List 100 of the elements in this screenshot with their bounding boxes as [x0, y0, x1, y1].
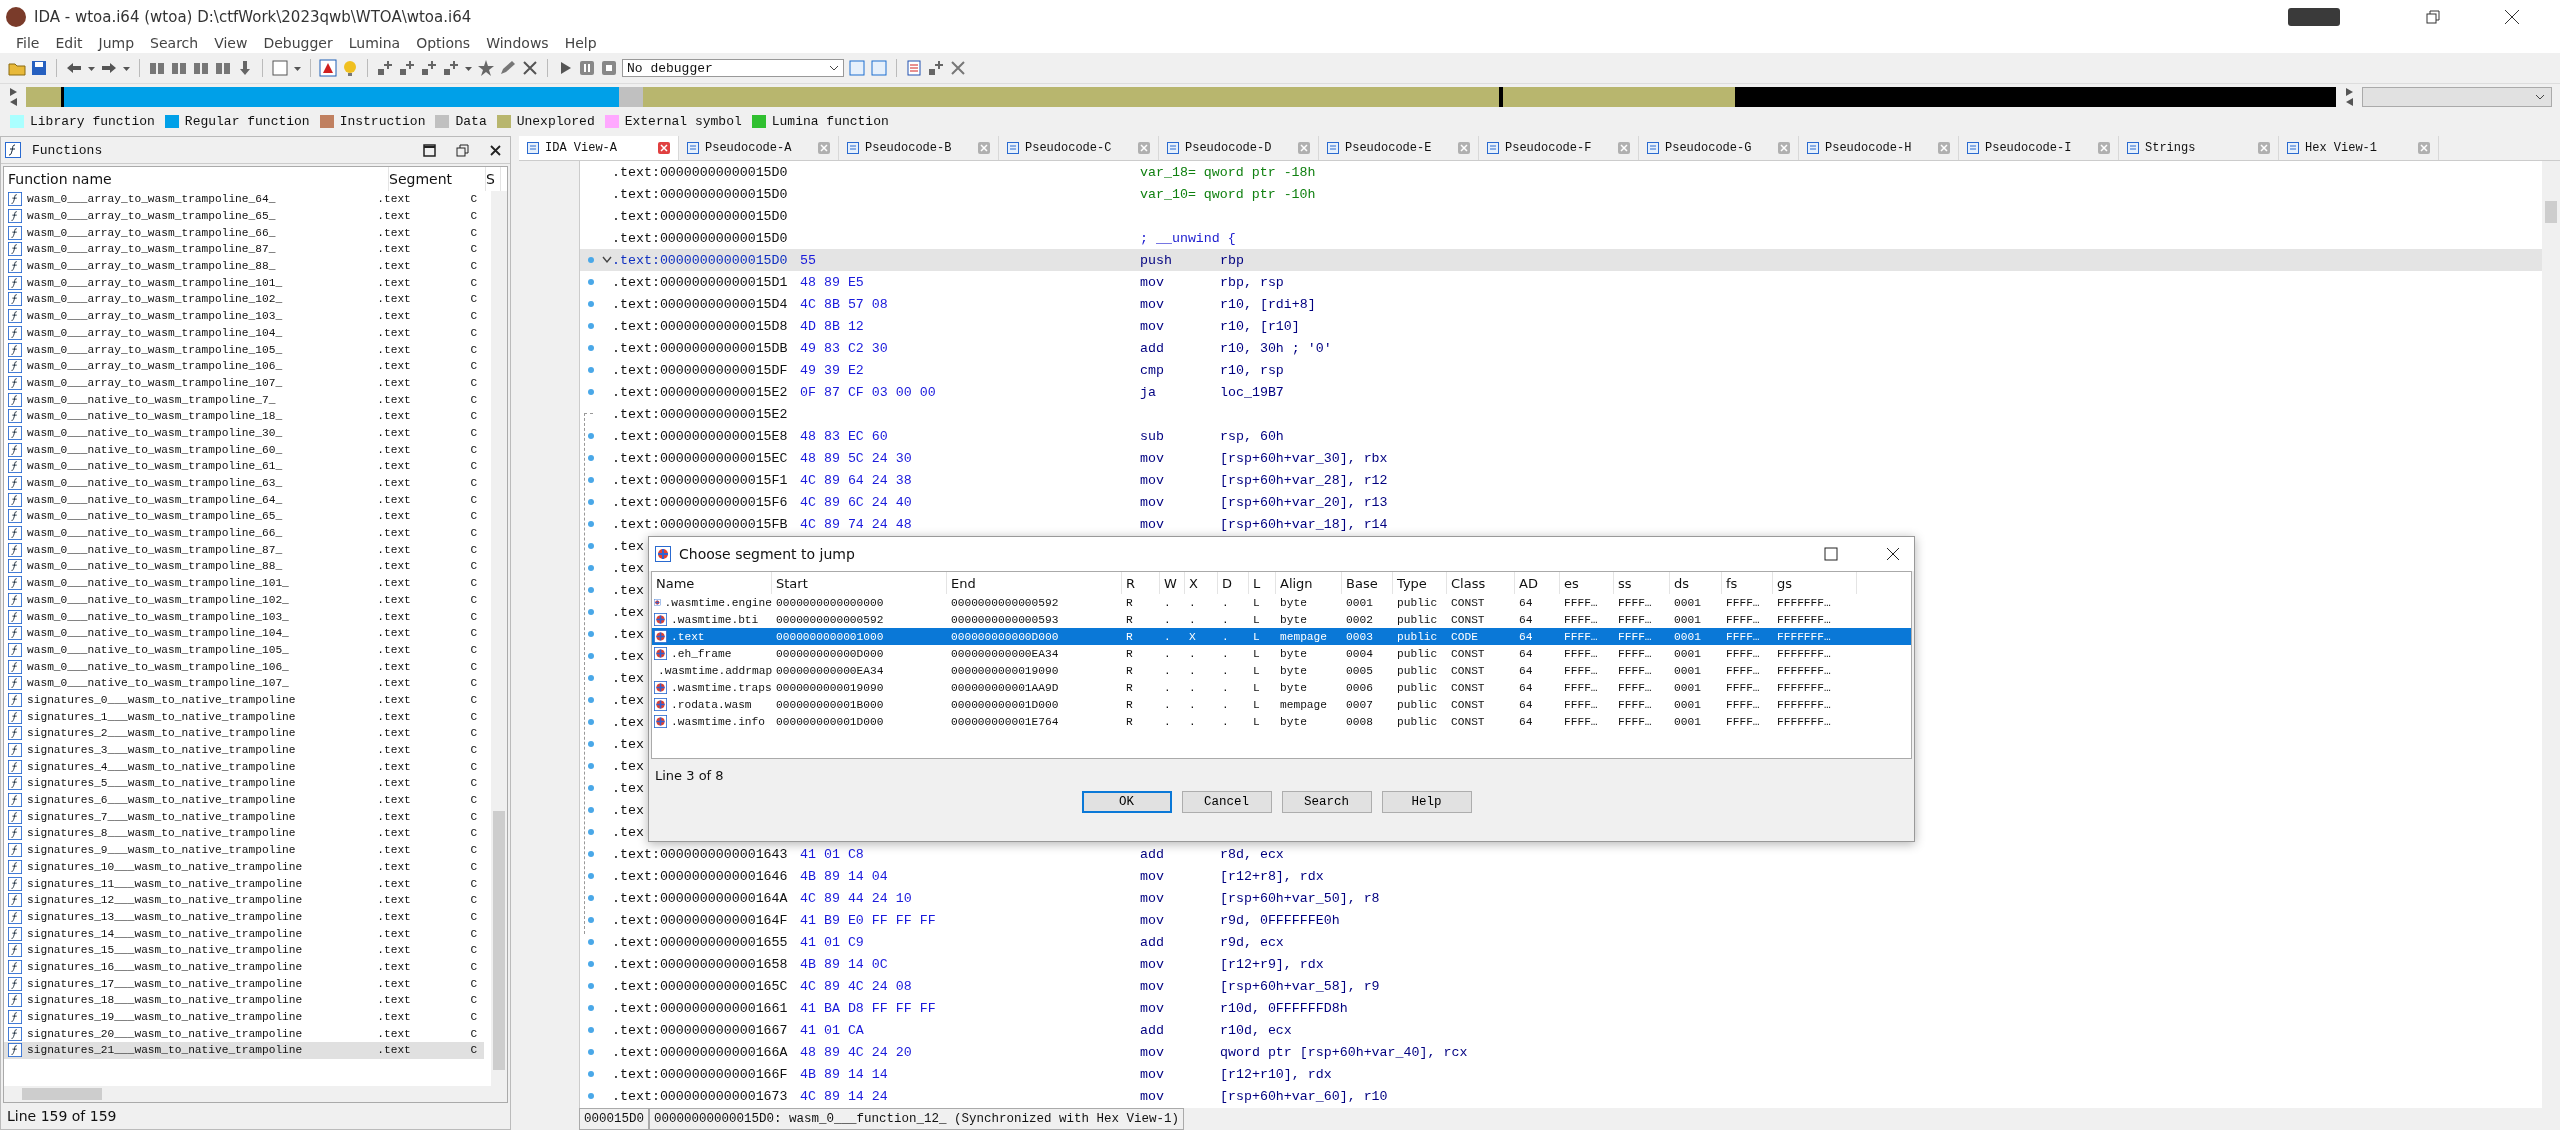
function-row[interactable]: wasm_0___array_to_wasm_trampoline_66_ .text C — [4, 224, 484, 242]
maximize-icon[interactable] — [423, 143, 436, 157]
tab[interactable]: IDA View-A — [519, 136, 679, 160]
function-row[interactable]: wasm_0___native_to_wasm_trampoline_64_ .text C — [4, 491, 484, 509]
dropdown-caret-icon[interactable] — [2535, 94, 2545, 100]
menu-item[interactable]: Windows — [478, 35, 557, 51]
function-row[interactable]: signatures_0___wasm_to_native_trampoline .text C — [4, 691, 484, 709]
column-header[interactable]: Function name — [8, 167, 389, 191]
navigation-arrows-icon[interactable] — [8, 86, 18, 108]
function-row[interactable]: signatures_7___wasm_to_native_trampoline .text C — [4, 808, 484, 826]
bulb-icon[interactable] — [341, 59, 359, 77]
menu-item[interactable]: Search — [142, 35, 207, 51]
function-row[interactable]: wasm_0___native_to_wasm_trampoline_60_ .text C — [4, 441, 484, 458]
function-row[interactable]: wasm_0___native_to_wasm_trampoline_63_ .text C — [4, 474, 484, 492]
column-header[interactable]: X — [1185, 572, 1218, 594]
function-row[interactable]: wasm_0___array_to_wasm_trampoline_65_ .text C — [4, 207, 484, 225]
function-row[interactable]: wasm_0___native_to_wasm_trampoline_106_ .text C — [4, 658, 484, 675]
function-row[interactable]: wasm_0___native_to_wasm_trampoline_107_ .text C — [4, 674, 484, 692]
segment-row[interactable]: .wasmtime.info 000000000001D000 000000000001E764 R . . . L byte 0008 public CONST 64 FFFF… FFFF… 0001 FFFF… FFFFFFF… — [652, 713, 1911, 730]
function-row[interactable]: signatures_6___wasm_to_native_trampoline .text C — [4, 791, 484, 809]
function-row[interactable]: wasm_0___array_to_wasm_trampoline_64_ .text C — [4, 191, 484, 208]
column-header[interactable]: fs — [1722, 572, 1773, 594]
column-header[interactable]: ds — [1670, 572, 1722, 594]
close-icon[interactable] — [489, 143, 502, 157]
function-row[interactable]: wasm_0___native_to_wasm_trampoline_18_ .text C — [4, 407, 484, 425]
menu-item[interactable]: Options — [408, 35, 479, 51]
function-row[interactable]: signatures_18___wasm_to_native_trampoline .text C — [4, 992, 484, 1009]
list-icon[interactable] — [905, 59, 923, 77]
scrollbar[interactable] — [2542, 161, 2560, 1108]
function-row[interactable]: wasm_0___native_to_wasm_trampoline_88_ .text C — [4, 558, 484, 575]
tray-widget[interactable] — [2288, 7, 2340, 26]
restore-icon[interactable] — [2426, 9, 2440, 24]
column-header[interactable]: D — [1218, 572, 1249, 594]
debugger-dropdown[interactable]: No debugger — [622, 59, 844, 77]
segment-row[interactable]: .wasmtime.engine 0000000000000000 0000000000000592 R . . . L byte 0001 public CONST 64 FFFF… FFFF… 0001 FFFF… FFFFFFF… — [652, 594, 1911, 611]
plus-icon[interactable] — [376, 59, 394, 77]
function-row[interactable]: wasm_0___array_to_wasm_trampoline_88_ .text C — [4, 257, 484, 275]
column-header[interactable]: R — [1122, 572, 1160, 594]
function-row[interactable]: wasm_0___native_to_wasm_trampoline_101_ .text C — [4, 574, 484, 592]
function-row[interactable]: signatures_11___wasm_to_native_trampoline .text C — [4, 875, 484, 892]
function-row[interactable]: signatures_10___wasm_to_native_trampoline .text C — [4, 858, 484, 876]
segment-row[interactable]: .eh_frame 000000000000D000 000000000000EA34 R . . . L byte 0004 public CONST 64 FFFF… FFFF… 0001 FFFF… FFFFFFF… — [652, 645, 1911, 662]
function-row[interactable]: signatures_12___wasm_to_native_trampoline .text C — [4, 891, 484, 909]
function-row[interactable]: signatures_17___wasm_to_native_trampoline .text C — [4, 975, 484, 992]
function-row[interactable]: wasm_0___native_to_wasm_trampoline_7_ .text C — [4, 391, 484, 408]
function-row[interactable]: wasm_0___native_to_wasm_trampoline_105_ .text C — [4, 641, 484, 659]
star-icon[interactable] — [477, 59, 495, 77]
plus-icon[interactable] — [420, 59, 438, 77]
close-icon[interactable] — [2504, 8, 2520, 25]
function-row[interactable]: wasm_0___native_to_wasm_trampoline_104_ .text C — [4, 624, 484, 642]
function-row[interactable]: wasm_0___array_to_wasm_trampoline_87_ .text C — [4, 241, 484, 258]
column-header[interactable]: W — [1160, 572, 1185, 594]
dialog-button[interactable]: Help — [1381, 791, 1472, 813]
function-row[interactable]: signatures_3___wasm_to_native_trampoline .text C — [4, 741, 484, 759]
column-header[interactable]: End — [947, 572, 1122, 594]
function-row[interactable]: wasm_0___native_to_wasm_trampoline_102_ .text C — [4, 591, 484, 609]
function-row[interactable]: wasm_0___array_to_wasm_trampoline_104_ .text C — [4, 324, 484, 342]
plus-icon[interactable] — [442, 59, 460, 77]
menu-item[interactable]: View — [206, 35, 256, 51]
function-row[interactable]: wasm_0___native_to_wasm_trampoline_87_ .text C — [4, 541, 484, 559]
column-header[interactable]: Segment — [389, 167, 486, 191]
segment-row[interactable]: .rodata.wasm 000000000001B000 000000000001D000 R . . . L mempage 0007 public CONST 64 FFFF… FFFF… 0001 FFFF… FFFFFFF… — [652, 696, 1911, 713]
segment-row[interactable]: .wasmtime.traps 0000000000019090 000000000001AA9D R . . . L byte 0006 public CONST 64 FFFF… FFFF… 0001 FFFF… FFFFFFF… — [652, 679, 1911, 696]
collapse-icon[interactable] — [602, 256, 612, 264]
scrollbar[interactable] — [4, 1086, 507, 1102]
function-row[interactable]: signatures_16___wasm_to_native_trampoline .text C — [4, 958, 484, 976]
close-icon[interactable] — [521, 59, 539, 77]
navigation-arrows-icon[interactable] — [2344, 86, 2354, 108]
function-row[interactable]: wasm_0___native_to_wasm_trampoline_61_ .text C — [4, 458, 484, 475]
menu-item[interactable]: File — [8, 35, 48, 51]
pen-icon[interactable] — [499, 59, 517, 77]
scrollbar[interactable] — [491, 191, 507, 1086]
function-row[interactable]: wasm_0___array_to_wasm_trampoline_102_ .text C — [4, 291, 484, 308]
dialog-button[interactable]: OK — [1081, 791, 1172, 813]
function-row[interactable]: wasm_0___native_to_wasm_trampoline_30_ .text C — [4, 424, 484, 442]
function-row[interactable]: signatures_4___wasm_to_native_trampoline .text C — [4, 758, 484, 776]
function-row[interactable]: signatures_19___wasm_to_native_trampoline .text C — [4, 1008, 484, 1026]
function-row[interactable]: signatures_15___wasm_to_native_trampoline .text C — [4, 941, 484, 959]
column-header[interactable]: AD — [1515, 572, 1560, 594]
function-row[interactable]: signatures_21___wasm_to_native_trampoline .text C — [4, 1042, 484, 1059]
function-row[interactable]: signatures_2___wasm_to_native_trampoline .text C — [4, 725, 484, 742]
pause-icon[interactable] — [578, 59, 596, 77]
function-row[interactable]: wasm_0___array_to_wasm_trampoline_106_ .text C — [4, 357, 484, 375]
column-header[interactable]: es — [1560, 572, 1614, 594]
float-icon[interactable] — [456, 143, 469, 157]
function-row[interactable]: signatures_14___wasm_to_native_trampoline .text C — [4, 925, 484, 942]
function-row[interactable]: signatures_20___wasm_to_native_trampoline .text C — [4, 1025, 484, 1043]
function-row[interactable]: signatures_8___wasm_to_native_trampoline .text C — [4, 825, 484, 842]
column-header[interactable]: Name — [652, 572, 772, 594]
dropdown-caret-icon[interactable] — [829, 65, 839, 71]
menu-item[interactable]: Jump — [90, 35, 143, 51]
function-row[interactable]: wasm_0___native_to_wasm_trampoline_65_ .text C — [4, 508, 484, 525]
cross-icon[interactable] — [949, 59, 967, 77]
dialog-button[interactable]: Search — [1281, 791, 1372, 813]
plus-icon[interactable] — [927, 59, 945, 77]
segment-row[interactable]: .wasmtime.bti 0000000000000592 0000000000000593 R . . . L byte 0002 public CONST 64 FFFF… FFFF… 0001 FFFF… FFFFFFF… — [652, 611, 1911, 628]
column-header[interactable]: Class — [1447, 572, 1515, 594]
column-header[interactable]: Type — [1393, 572, 1447, 594]
segment-row[interactable]: .text 0000000000001000 000000000000D000 R . X . L mempage 0003 public CODE 64 FFFF… FFFF… 0001 FFFF… FFFFFFF… — [652, 628, 1911, 645]
plus-icon[interactable] — [398, 59, 416, 77]
